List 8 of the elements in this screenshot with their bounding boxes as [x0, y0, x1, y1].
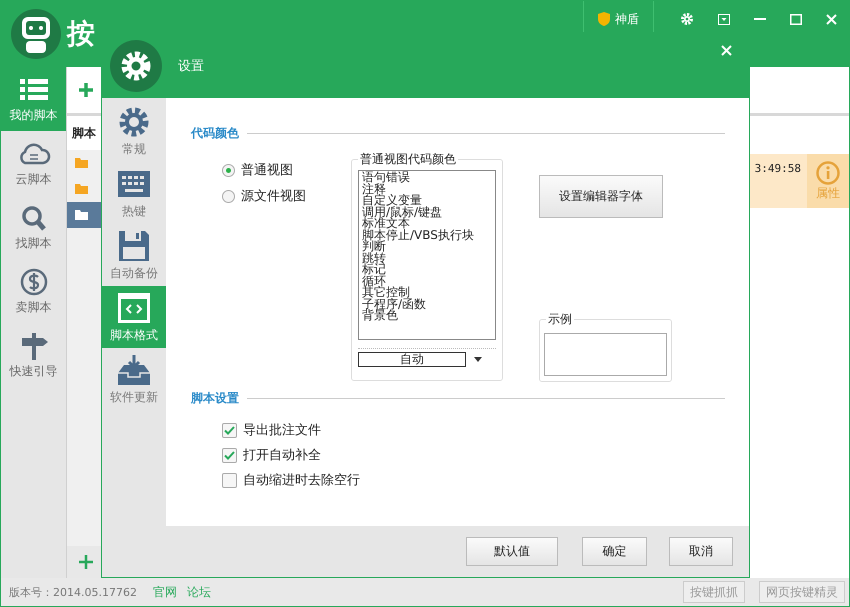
version-text: 版本号：2014.05.17762: [9, 584, 137, 600]
dialog-title: 设置: [178, 58, 204, 74]
group-title: 普通视图代码颜色: [358, 151, 458, 167]
script-time: 3:49:58: [754, 162, 801, 175]
app-title: 按: [67, 16, 95, 52]
section-heading: 脚本设置: [191, 390, 239, 407]
section-heading: 代码颜色: [191, 125, 239, 142]
group-title: 示例: [546, 311, 574, 327]
